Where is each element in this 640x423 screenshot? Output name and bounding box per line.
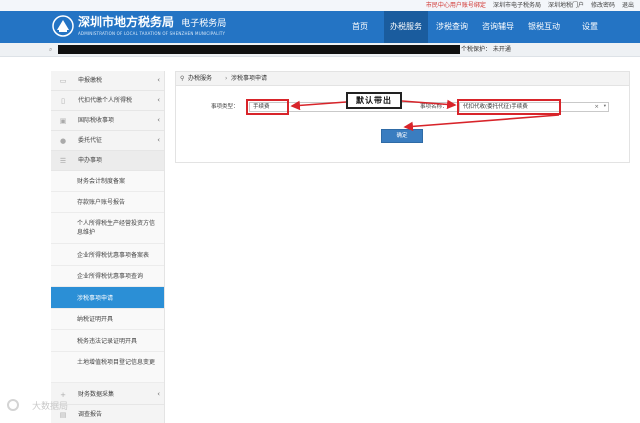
utility-links: 市民中心用户账号绑定 深圳市电子税务局 深圳地税门户 修改密码 退出	[426, 1, 634, 10]
confirm-button[interactable]: 确定	[381, 129, 423, 143]
site-title-main: 深圳市地方税务局	[78, 15, 175, 29]
sidebar-sub-tax-certificate[interactable]: 纳税证明开具	[51, 309, 164, 330]
list-icon: ☰	[59, 157, 67, 165]
nav-home[interactable]: 首页	[338, 11, 382, 43]
chevron-left-icon: ‹	[157, 96, 160, 104]
sidebar-sub-label: 涉税事项申请	[77, 295, 114, 302]
change-password-link[interactable]: 修改密码	[591, 1, 615, 10]
monitor-icon: ▭	[59, 77, 67, 85]
e-tax-bureau-link[interactable]: 深圳市电子税务局	[493, 1, 541, 10]
sidebar-item-survey-report[interactable]: ▤ 调查报告	[51, 405, 164, 423]
sidebar-item-label: 申办事项	[78, 157, 103, 164]
breadcrumb-page: 涉税事项申请	[231, 75, 268, 82]
sidebar-item-entrusted[interactable]: ● 委托代征 ‹	[51, 131, 164, 151]
user-info-strip: ⌕ 个税保护： 未开通	[0, 43, 640, 57]
sidebar-sub-label: 企业所得税优惠事项查询	[77, 273, 144, 280]
chevron-left-icon: ‹	[157, 116, 160, 124]
site-english-name: ADMINISTRATION OF LOCAL TAXATION OF SHEN…	[78, 31, 226, 36]
matter-type-label: 事项类型：	[211, 104, 239, 110]
chevron-left-icon: ‹	[157, 390, 160, 398]
tax-portal-link[interactable]: 深圳地税门户	[548, 1, 584, 10]
main-nav: 首页 办税服务 涉税查询 咨询辅导 银税互动 设置	[338, 11, 612, 43]
sidebar-sub-violation-record[interactable]: 税务违法记录证明开具	[51, 330, 164, 352]
sidebar-sub-accounting-filing[interactable]: 财务会计制度备案	[51, 171, 164, 192]
location-pin-icon: ⚲	[180, 75, 185, 82]
watermark-text: 大数据局	[32, 402, 69, 412]
breadcrumb-section[interactable]: 办税服务	[188, 72, 212, 86]
sidebar-item-financial-data[interactable]: + 财务数据采集 ‹	[51, 385, 164, 405]
watermark: 大数据局	[6, 399, 68, 412]
sidebar-item-declare-pay[interactable]: ▭ 申报缴税 ‹	[51, 71, 164, 91]
sidebar-item-label: 国际税收事项	[78, 117, 115, 124]
breadcrumb-separator: ›	[225, 75, 228, 82]
sidebar-item-international[interactable]: ▣ 国际税收事项 ‹	[51, 111, 164, 131]
sidebar-sub-label: 个人所得税生产经营投资方信息维护	[77, 220, 156, 236]
sidebar-item-label: 调查报告	[78, 411, 103, 418]
sidebar-sub-label: 土地增值税项目登记信息变更	[77, 359, 156, 366]
tax-protection-status: 个税保护： 未开通	[461, 46, 511, 53]
sidebar-item-label: 财务数据采集	[78, 391, 115, 398]
nav-tax-service[interactable]: 办税服务	[384, 11, 428, 43]
sidebar-item-label: 委托代征	[78, 137, 103, 144]
nav-consulting[interactable]: 咨询辅导	[476, 11, 520, 43]
sidebar: ▭ 申报缴税 ‹ ▯ 代扣代缴个人所得税 ‹ ▣ 国际税收事项 ‹ ● 委托代征…	[51, 71, 165, 423]
chevron-left-icon: ‹	[157, 136, 160, 144]
redaction-bar	[58, 45, 460, 54]
sidebar-sub-land-vat-change[interactable]: 土地增值税项目登记信息变更	[51, 352, 164, 383]
search-icon: ⌕	[49, 46, 53, 53]
plus-icon: +	[60, 391, 66, 399]
sidebar-sub-incentive-query[interactable]: 企业所得税优惠事项查询	[51, 266, 164, 287]
sidebar-item-label: 代扣代缴个人所得税	[78, 97, 133, 104]
sidebar-item-applications[interactable]: ☰ 申办事项	[51, 151, 164, 171]
chevron-down-icon[interactable]: ▾	[604, 103, 606, 111]
breadcrumb: ⚲ 办税服务 › 涉税事项申请	[176, 72, 629, 86]
sidebar-item-withholding[interactable]: ▯ 代扣代缴个人所得税 ‹	[51, 91, 164, 111]
document-icon: ▯	[61, 97, 65, 105]
site-header: 深圳市地方税务局 电子税务局 ADMINISTRATION OF LOCAL T…	[0, 11, 640, 43]
utility-bar: 市民中心用户账号绑定 深圳市电子税务局 深圳地税门户 修改密码 退出	[0, 0, 640, 11]
nav-tax-query[interactable]: 涉税查询	[430, 11, 474, 43]
annotation-callout: 默认带出	[346, 92, 402, 109]
chevron-left-icon: ‹	[157, 76, 160, 84]
logout-link[interactable]: 退出	[622, 1, 634, 10]
chart-icon: ▤	[59, 411, 67, 419]
bind-account-link[interactable]: 市民中心用户账号绑定	[426, 1, 486, 10]
site-title-sub: 电子税务局	[181, 19, 227, 29]
highlight-box-name	[457, 99, 561, 115]
nav-bank-tax[interactable]: 银税互动	[522, 11, 566, 43]
sidebar-sub-label: 存款账户账号报告	[77, 199, 126, 206]
main-panel: ⚲ 办税服务 › 涉税事项申请 事项类型： 手续费 事项名称： 代扣代收(委托代…	[175, 71, 630, 163]
sidebar-sub-incentive-filing[interactable]: 企业所得税优惠事项备案表	[51, 244, 164, 266]
clear-icon[interactable]: ×	[594, 103, 599, 111]
site-title: 深圳市地方税务局 电子税务局	[78, 15, 226, 31]
sidebar-sub-bank-account-report[interactable]: 存款账户账号报告	[51, 192, 164, 213]
sidebar-sub-investor-info[interactable]: 个人所得税生产经营投资方信息维护	[51, 213, 164, 244]
sidebar-item-label: 申报缴税	[78, 77, 103, 84]
sidebar-sub-label: 税务违法记录证明开具	[77, 338, 138, 345]
sidebar-sub-label: 财务会计制度备案	[77, 178, 126, 185]
user-icon: ●	[59, 137, 67, 145]
globe-icon: ▣	[59, 117, 67, 125]
sidebar-sub-label: 纳税证明开具	[77, 316, 114, 323]
tax-bureau-logo	[52, 15, 74, 37]
sidebar-sub-tax-matter-application[interactable]: 涉税事项申请	[51, 287, 164, 309]
sidebar-sub-label: 企业所得税优惠事项备案表	[77, 252, 150, 259]
matter-name-label: 事项名称：	[420, 104, 448, 110]
nav-settings[interactable]: 设置	[568, 11, 612, 43]
highlight-box-type	[246, 99, 289, 115]
